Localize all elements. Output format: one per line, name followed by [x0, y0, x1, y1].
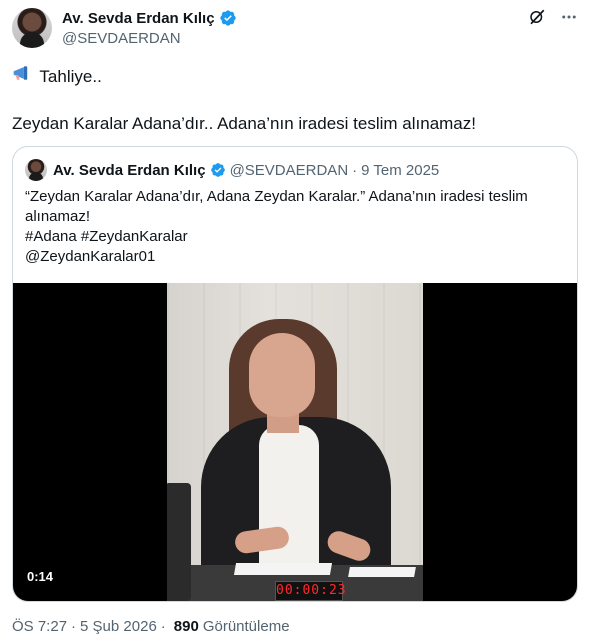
quoted-text: “Zeydan Karalar Adana’dır, Adana Zeydan … — [25, 187, 565, 267]
video-frame: 00:00:23 — [167, 283, 423, 601]
quoted-avatar — [25, 159, 47, 181]
tweet-text: Tahliye.. Zeydan Karalar Adana’dır.. Ada… — [12, 64, 578, 135]
tweet-line-1: Tahliye.. — [12, 64, 578, 88]
quoted-tweet[interactable]: Av. Sevda Erdan Kılıç @SEVDAERDAN · 9 Te… — [12, 146, 578, 602]
author-name[interactable]: Av. Sevda Erdan Kılıç — [62, 10, 215, 27]
post-date[interactable]: 5 Şub 2026 — [80, 618, 157, 635]
verified-badge-icon — [210, 163, 225, 177]
tweet-header: Av. Sevda Erdan Kılıç @SEVDAERDAN — [12, 8, 578, 52]
microphone-image — [167, 483, 191, 601]
views-label: Görüntüleme — [202, 618, 290, 635]
podium-timer: 00:00:23 — [275, 581, 346, 601]
quoted-mention[interactable]: @ZeydanKaralar01 — [25, 247, 565, 267]
tweet-meta: ÖS 7:27 · 5 Şub 2026 · 890 Görüntüleme — [12, 618, 290, 635]
quoted-header: Av. Sevda Erdan Kılıç @SEVDAERDAN · 9 Te… — [25, 159, 439, 181]
tweet-line-2: Zeydan Karalar Adana’dır.. Adana’nın ira… — [12, 114, 476, 133]
quoted-hashtags[interactable]: #Adana #ZeydanKaralar — [25, 227, 565, 247]
more-icon[interactable] — [560, 8, 578, 26]
grok-icon[interactable] — [528, 8, 546, 26]
quoted-text-line: “Zeydan Karalar Adana’dır, Adana Zeydan … — [25, 188, 528, 205]
verified-badge-icon — [219, 10, 236, 26]
quoted-author-handle: @SEVDAERDAN — [229, 161, 349, 179]
author-handle[interactable]: @SEVDAERDAN — [62, 30, 181, 47]
video-player[interactable]: 00:00:23 0:14 — [13, 283, 577, 601]
post-time[interactable]: ÖS 7:27 — [12, 618, 67, 635]
author-name-row: Av. Sevda Erdan Kılıç — [62, 9, 237, 27]
header-actions — [528, 8, 578, 26]
megaphone-icon — [13, 66, 28, 80]
meta-separator: · — [71, 618, 77, 635]
author-avatar[interactable] — [12, 8, 52, 48]
quoted-text-line: alınamaz! — [25, 208, 91, 225]
views-count[interactable]: 890 — [174, 618, 199, 635]
quoted-date[interactable]: 9 Tem 2025 — [361, 162, 439, 179]
video-elapsed-time: 0:14 — [27, 569, 54, 584]
meta-separator: · — [160, 618, 166, 635]
quoted-separator: · — [352, 161, 358, 179]
tweet-line-1-text: Tahliye.. — [39, 67, 102, 86]
quoted-author-name: Av. Sevda Erdan Kılıç — [53, 161, 206, 179]
